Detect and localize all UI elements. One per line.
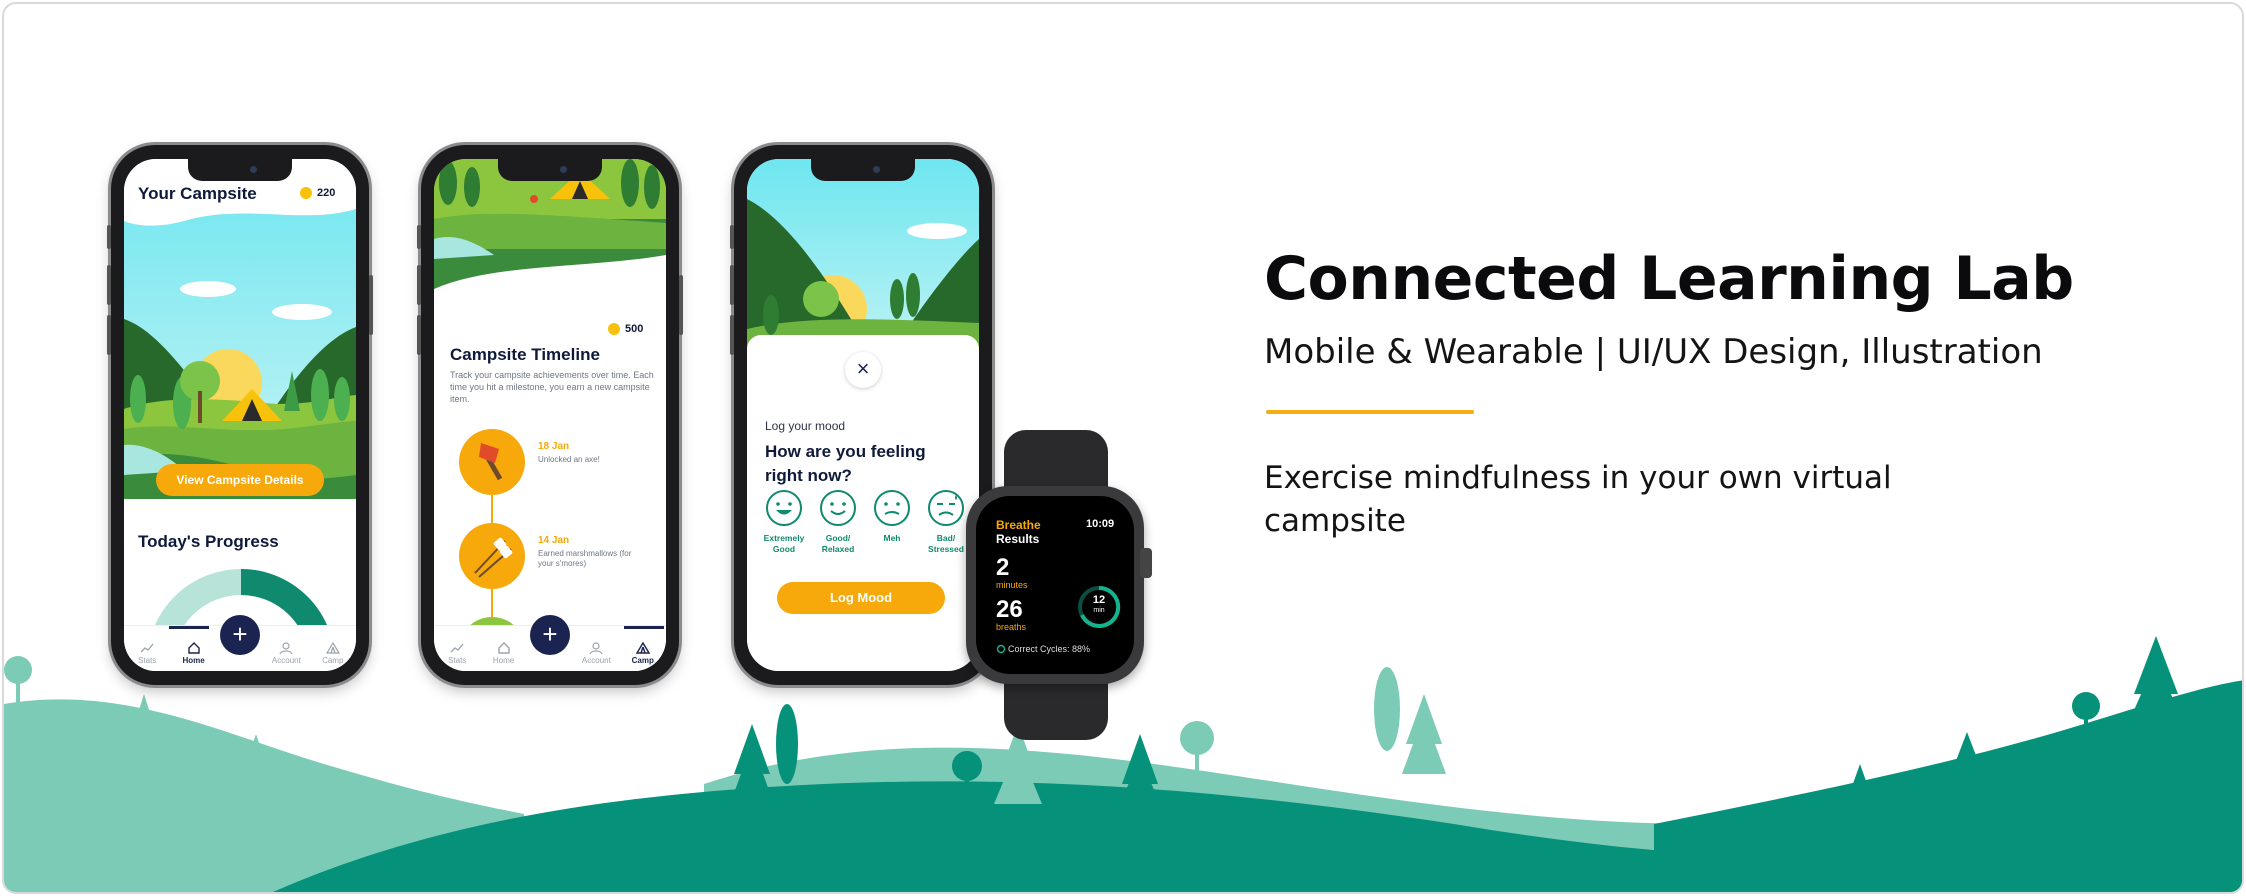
ring-value: 12 xyxy=(1092,594,1106,606)
close-icon: × xyxy=(856,356,870,381)
mood-option-extremely-good[interactable]: Extremely Good xyxy=(757,489,811,555)
watch-screen: Breathe 10:09 Results 2 minutes 26 breat… xyxy=(976,496,1134,674)
nav-stats[interactable]: Stats xyxy=(127,642,167,665)
coin-balance: 220 xyxy=(300,187,335,200)
phone-screen: × Log your mood How are you feeling righ… xyxy=(747,159,979,671)
marshmallow-icon xyxy=(474,537,513,578)
phone-timeline: 500 Campsite Timeline Track your campsit… xyxy=(417,145,683,685)
description: Exercise mindfulness in your own virtual… xyxy=(1264,460,1892,539)
coin-icon xyxy=(608,323,620,336)
nav-camp[interactable]: Camp xyxy=(623,642,663,665)
watch-app-name: Breathe xyxy=(996,518,1041,532)
user-icon xyxy=(589,642,603,654)
page-title: Campsite Timeline xyxy=(450,345,600,364)
user-icon xyxy=(279,642,293,654)
watch-results-label: Results xyxy=(996,532,1040,546)
timeline-text: Earned marshmallows (for your s'mores) xyxy=(538,549,632,568)
ring-unit: min xyxy=(1093,607,1105,614)
sheet-question: How are you feeling right now? xyxy=(765,442,926,485)
coin-balance: 500 xyxy=(608,323,643,336)
plus-icon: + xyxy=(542,619,558,649)
very-happy-face-icon xyxy=(766,490,802,526)
breaths-value: 26 xyxy=(996,596,1023,623)
stressed-face-icon xyxy=(928,490,964,526)
timeline-item-marshmallows[interactable] xyxy=(459,523,525,589)
add-button[interactable]: + xyxy=(530,615,570,655)
plus-icon: + xyxy=(232,619,248,649)
axe-icon xyxy=(479,443,503,481)
home-icon xyxy=(497,642,510,654)
nav-account[interactable]: Account xyxy=(576,642,616,665)
mood-option-meh[interactable]: Meh xyxy=(865,489,919,544)
section-title: Today's Progress xyxy=(138,532,279,551)
breaths-label: breaths xyxy=(996,622,1027,632)
smartwatch: Breathe 10:09 Results 2 minutes 26 breat… xyxy=(962,430,1152,740)
add-button[interactable]: + xyxy=(220,615,260,655)
tent-icon xyxy=(325,642,340,654)
headline: Connected Learning Lab xyxy=(1264,244,2074,314)
coin-icon xyxy=(300,187,312,200)
mood-option-good[interactable]: Good/ Relaxed xyxy=(811,489,865,555)
phone-screen: Your Campsite 220 View Campsite Details … xyxy=(124,159,356,671)
chart-icon xyxy=(140,643,154,653)
sheet-subtitle: Log your mood xyxy=(765,419,846,433)
minutes-value: 2 xyxy=(996,554,1010,581)
neutral-face-icon xyxy=(874,490,910,526)
watch-time: 10:09 xyxy=(1086,518,1115,530)
page-description: Track your campsite achievements over ti… xyxy=(450,370,654,404)
minutes-label: minutes xyxy=(996,580,1028,590)
timeline-date: 14 Jan xyxy=(538,535,570,546)
phone-screen: 500 Campsite Timeline Track your campsit… xyxy=(434,159,666,671)
bottom-nav: Stats Home Account Camp + xyxy=(124,615,356,671)
timeline-text: Unlocked an axe! xyxy=(538,455,600,464)
subheadline: Mobile & Wearable | UI/UX Design, Illust… xyxy=(1264,332,2043,372)
chart-icon xyxy=(450,643,464,653)
timeline-date: 18 Jan xyxy=(538,441,570,452)
phone-mood: × Log your mood How are you feeling righ… xyxy=(730,145,992,685)
tent-icon xyxy=(635,642,650,654)
nav-home[interactable]: Home xyxy=(174,642,214,665)
phone-campsite: Your Campsite 220 View Campsite Details … xyxy=(107,145,373,685)
campsite-illustration xyxy=(124,159,356,499)
campsite-header-illustration xyxy=(434,159,666,309)
hero-card: Your Campsite 220 View Campsite Details … xyxy=(2,2,2244,894)
correct-cycles: Correct Cycles: 88% xyxy=(1008,644,1091,654)
log-mood-button[interactable]: Log Mood xyxy=(777,582,945,614)
bottom-nav: Stats Home Account Camp + xyxy=(434,615,666,671)
timeline-item-axe[interactable] xyxy=(459,429,525,495)
page-title: Your Campsite xyxy=(138,184,257,203)
close-button[interactable]: × xyxy=(845,352,881,388)
divider xyxy=(1266,410,1474,414)
nav-account[interactable]: Account xyxy=(266,642,306,665)
nav-home[interactable]: Home xyxy=(484,642,524,665)
nav-stats[interactable]: Stats xyxy=(437,642,477,665)
digital-crown[interactable] xyxy=(1140,548,1152,578)
home-icon xyxy=(187,642,200,654)
nav-camp[interactable]: Camp xyxy=(313,642,353,665)
happy-face-icon xyxy=(820,490,856,526)
view-campsite-button[interactable]: View Campsite Details xyxy=(156,464,324,496)
cycle-icon xyxy=(996,644,1006,654)
